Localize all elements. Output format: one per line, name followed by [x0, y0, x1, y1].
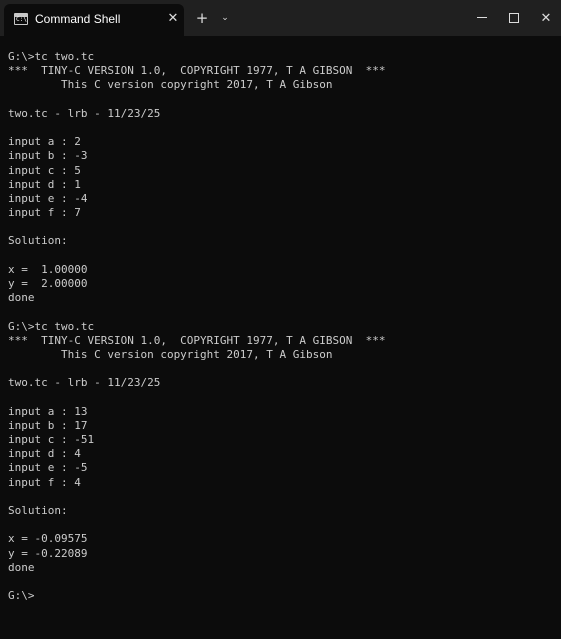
console-line: input b : -3	[8, 149, 88, 163]
terminal-window: C:\ Command Shell ✕ + ⌄ ✕ G:\>tc two.tc *…	[0, 0, 561, 639]
console-line: two.tc - lrb - 11/23/25	[8, 106, 161, 120]
console-line: input f : 7	[8, 206, 81, 220]
console-text: G:\>tc two.tc *** TINY-C VERSION 1.0, COP…	[0, 36, 561, 603]
console-line: Solution:	[8, 504, 68, 517]
console-line: input d : 1	[8, 177, 81, 191]
console-line: done	[8, 291, 35, 305]
console-line: input a : 2	[8, 135, 81, 149]
console-line: input e : -4	[8, 191, 88, 205]
console-line: This C version copyright 2017, T A Gibso…	[8, 78, 333, 92]
terminal-output-area[interactable]: G:\>tc two.tc *** TINY-C VERSION 1.0, COP…	[0, 36, 561, 639]
minimize-icon	[477, 17, 487, 18]
maximize-button[interactable]	[497, 0, 531, 34]
console-line: y = 2.00000	[8, 277, 88, 290]
terminal-icon-glyph: C:\	[16, 16, 27, 23]
close-icon: ✕	[540, 11, 552, 26]
console-line: input b : 17	[8, 418, 88, 432]
minimize-button[interactable]	[465, 0, 499, 34]
tab-close-icon[interactable]: ✕	[166, 11, 180, 27]
console-line: G:\>tc two.tc	[8, 319, 95, 333]
chevron-down-icon[interactable]: ⌄	[218, 9, 232, 27]
console-line: *** TINY-C VERSION 1.0, COPYRIGHT 1977, …	[8, 64, 386, 78]
tab-command-shell[interactable]: C:\ Command Shell ✕	[4, 4, 184, 36]
console-line: Solution:	[8, 234, 68, 248]
console-line: This C version copyright 2017, T A Gibso…	[8, 347, 333, 361]
title-bar[interactable]: C:\ Command Shell ✕ + ⌄ ✕	[0, 0, 561, 36]
console-line: input c : 5	[8, 163, 81, 177]
console-line: y = -0.22089	[8, 546, 88, 560]
console-line: G:\>	[8, 589, 35, 603]
console-line: input c : -51	[8, 433, 95, 447]
close-button[interactable]: ✕	[529, 0, 561, 34]
terminal-icon: C:\	[14, 13, 28, 25]
console-line: input f : 4	[8, 475, 81, 489]
console-line: input a : 13	[8, 404, 88, 418]
console-line: input e : -5	[8, 461, 88, 475]
console-line: input d : 4	[8, 447, 81, 461]
console-line: done	[8, 560, 35, 574]
maximize-icon	[509, 12, 519, 23]
console-line: two.tc - lrb - 11/23/25	[8, 376, 161, 390]
console-line: G:\>tc two.tc	[8, 50, 95, 63]
console-line: x = -0.09575	[8, 532, 88, 546]
tab-title: Command Shell	[35, 12, 121, 26]
console-line: x = 1.00000	[8, 262, 88, 276]
console-line: *** TINY-C VERSION 1.0, COPYRIGHT 1977, …	[8, 333, 386, 347]
new-tab-icon[interactable]: +	[194, 9, 210, 27]
